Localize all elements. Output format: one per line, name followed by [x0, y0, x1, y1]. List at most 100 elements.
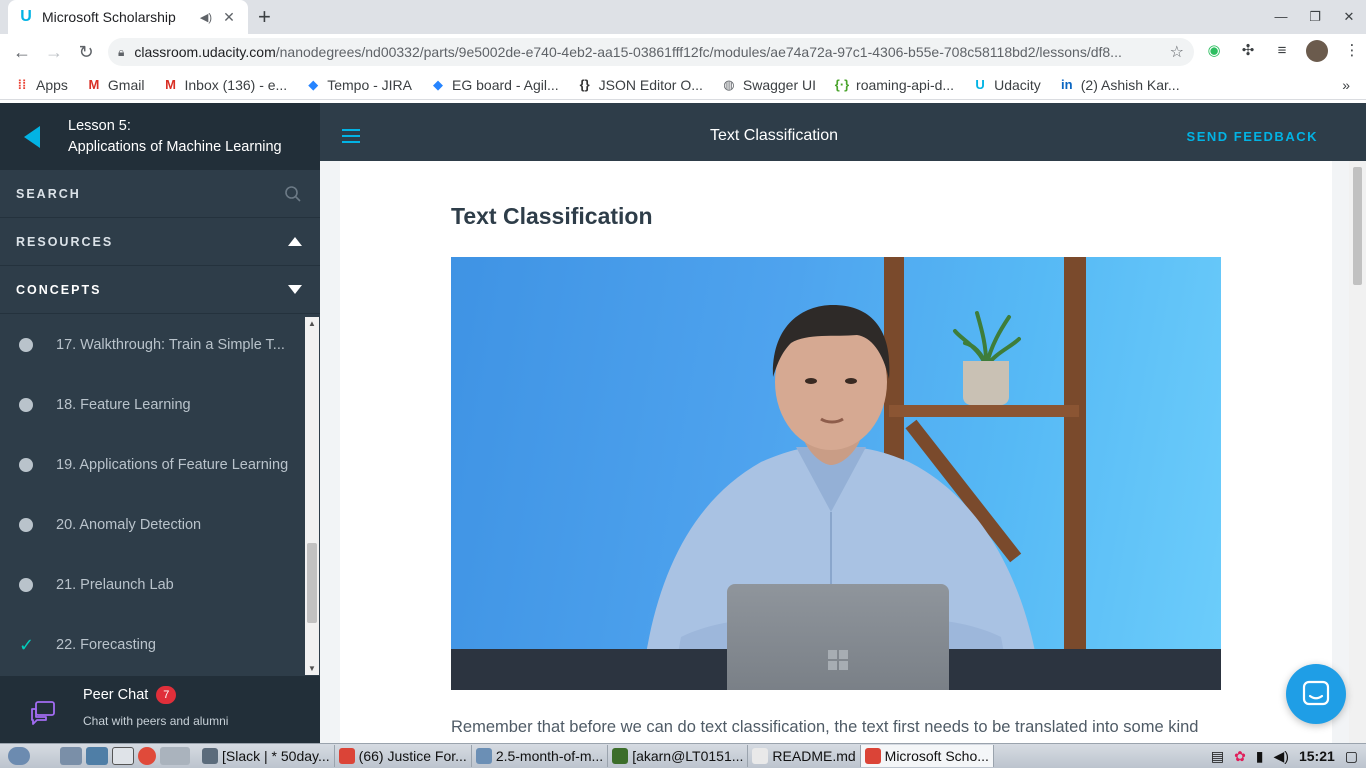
- taskbar-window[interactable]: [Slack | * 50day...: [198, 745, 335, 767]
- app-icon: [612, 748, 629, 764]
- back-arrow-icon[interactable]: [24, 125, 40, 148]
- laptop: [727, 584, 949, 690]
- reload-icon[interactable]: ↻: [70, 42, 102, 63]
- taskbar-window[interactable]: 2.5-month-of-m...: [472, 745, 609, 767]
- concepts-label: CONCEPTS: [16, 282, 102, 297]
- extensions-puzzle-icon[interactable]: ✣: [1238, 40, 1258, 62]
- forward-icon[interactable]: →: [38, 42, 70, 63]
- search-icon[interactable]: [284, 185, 302, 203]
- peer-chat[interactable]: Peer Chat 7 Chat with peers and alumni: [0, 676, 320, 743]
- speaker-icon[interactable]: ◀): [200, 11, 212, 24]
- profile-avatar[interactable]: [1306, 40, 1328, 62]
- taskbar-window-label: 2.5-month-of-m...: [495, 748, 604, 764]
- start-menu-icon[interactable]: [8, 747, 30, 765]
- bookmark-item[interactable]: U Udacity: [972, 77, 1040, 93]
- bookmark-item[interactable]: ⁞⁞ Apps: [14, 77, 68, 93]
- bookmark-item[interactable]: M Gmail: [86, 77, 145, 93]
- taskbar-window-label: (66) Justice For...: [358, 748, 467, 764]
- taskbar-windows: [Slack | * 50day... (66) Justice For... 2.…: [198, 745, 994, 767]
- bookmarks-overflow-icon[interactable]: »: [1342, 77, 1350, 93]
- page-scroll-thumb[interactable]: [1353, 167, 1362, 285]
- resources-label: RESOURCES: [16, 234, 114, 249]
- slack-tray-icon[interactable]: ✿: [1234, 748, 1246, 765]
- blank-window-icon[interactable]: [160, 747, 190, 765]
- sidebar-search[interactable]: SEARCH: [0, 170, 320, 218]
- reading-list-icon[interactable]: ≡: [1272, 40, 1292, 62]
- taskbar-window[interactable]: (66) Justice For...: [335, 745, 472, 767]
- concept-label: 18. Feature Learning: [56, 397, 191, 413]
- browser-tab[interactable]: U Microsoft Scholarship ◀) ✕: [8, 0, 248, 34]
- os-taskbar: [Slack | * 50day... (66) Justice For... 2.…: [0, 743, 1366, 768]
- chat-icon: [1302, 680, 1330, 706]
- concept-item[interactable]: 21. Prelaunch Lab: [0, 555, 320, 615]
- concept-label: 21. Prelaunch Lab: [56, 577, 174, 593]
- bookmark-label: Swagger UI: [742, 76, 817, 93]
- bookmark-label: EG board - Agil...: [452, 76, 559, 93]
- clipboard-icon[interactable]: ▤: [1211, 748, 1224, 765]
- app-icon: [202, 748, 218, 764]
- files-icon[interactable]: [86, 747, 108, 765]
- restore-icon[interactable]: ❐: [1298, 0, 1332, 34]
- sidebar-concepts[interactable]: CONCEPTS: [0, 266, 320, 314]
- video-player[interactable]: [451, 257, 1221, 690]
- evernote-extension-icon[interactable]: ◉: [1204, 40, 1224, 62]
- bookmark-label: Inbox (136) - e...: [184, 76, 288, 93]
- lock-icon[interactable]: 🔒︎: [118, 45, 124, 60]
- lesson-header[interactable]: Lesson 5: Applications of Machine Learni…: [0, 103, 320, 170]
- close-tab-icon[interactable]: ✕: [220, 9, 238, 26]
- globe-icon: ◍: [723, 76, 735, 92]
- send-feedback-button[interactable]: SEND FEEDBACK: [1187, 129, 1318, 144]
- bookmark-star-icon[interactable]: ☆: [1170, 42, 1184, 62]
- bookmark-item[interactable]: M Inbox (136) - e...: [162, 77, 287, 93]
- header-title: Text Classification: [709, 127, 839, 144]
- sidebar-scroll-thumb[interactable]: [307, 543, 317, 623]
- taskbar-window[interactable]: README.md: [748, 745, 861, 767]
- address-bar[interactable]: 🔒︎ classroom.udacity.com/nanodegrees/nd0…: [108, 38, 1194, 66]
- incomplete-dot-icon: [19, 458, 33, 472]
- concept-item[interactable]: ✓ 22. Forecasting: [0, 615, 320, 675]
- sidebar-scrollbar[interactable]: ▲ ▼: [305, 317, 319, 675]
- incomplete-dot-icon: [19, 338, 33, 352]
- minimize-icon[interactable]: —: [1264, 0, 1298, 34]
- network-icon[interactable]: ▮: [1256, 748, 1264, 765]
- show-desktop-icon[interactable]: ▢: [1345, 748, 1358, 765]
- chrome-icon[interactable]: [138, 747, 156, 765]
- concept-item[interactable]: 18. Feature Learning: [0, 375, 320, 435]
- menu-kebab-icon[interactable]: ⋮: [1342, 40, 1362, 62]
- udacity-icon: U: [20, 8, 32, 25]
- concept-item[interactable]: 19. Applications of Feature Learning: [0, 435, 320, 495]
- bookmark-item[interactable]: ◆ Tempo - JIRA: [305, 77, 412, 93]
- help-chat-button[interactable]: [1286, 664, 1346, 724]
- scroll-down-icon[interactable]: ▼: [308, 664, 316, 673]
- bookmark-item[interactable]: ◆ EG board - Agil...: [430, 77, 559, 93]
- page-scrollbar[interactable]: [1349, 161, 1366, 743]
- bookmark-item[interactable]: {·} roaming-api-d...: [834, 77, 954, 93]
- bookmark-item[interactable]: ◍ Swagger UI: [721, 77, 816, 93]
- volume-icon[interactable]: ◀): [1274, 748, 1289, 765]
- desktop-icon[interactable]: [60, 747, 82, 765]
- bookmarks-bar: ⁞⁞ Apps M Gmail M Inbox (136) - e... ◆ Tempo - …: [0, 70, 1366, 100]
- extensions-area: ◉ ✣ ≡ ⋮: [1204, 40, 1362, 62]
- collapse-up-icon: [288, 237, 302, 246]
- taskbar-window[interactable]: [akarn@LT0151...: [608, 745, 749, 767]
- lesson-sidebar: Lesson 5: Applications of Machine Learni…: [0, 103, 320, 743]
- concept-item[interactable]: 17. Walkthrough: Train a Simple T...: [0, 315, 320, 375]
- back-icon[interactable]: ←: [6, 42, 38, 63]
- app-icon: [864, 748, 881, 764]
- lesson-number: Lesson 5:: [68, 117, 131, 134]
- bookmark-item[interactable]: in (2) Ashish Kar...: [1059, 77, 1180, 93]
- close-window-icon[interactable]: ✕: [1332, 0, 1366, 34]
- lesson-title: Applications of Machine Learning: [68, 138, 282, 155]
- concept-item[interactable]: 20. Anomaly Detection: [0, 495, 320, 555]
- clock: 15:21: [1298, 748, 1335, 764]
- bookmark-item[interactable]: {} JSON Editor O...: [577, 77, 703, 93]
- taskbar-window[interactable]: Microsoft Scho...: [860, 745, 994, 767]
- browser-toolbar: ← → ↻ 🔒︎ classroom.udacity.com/nanodegre…: [0, 34, 1366, 70]
- windows-logo-icon: [828, 650, 848, 670]
- incomplete-dot-icon: [19, 518, 33, 532]
- new-tab-button[interactable]: +: [258, 6, 271, 28]
- sidebar-resources[interactable]: RESOURCES: [0, 218, 320, 266]
- search-label: SEARCH: [16, 186, 81, 201]
- scroll-up-icon[interactable]: ▲: [308, 319, 316, 328]
- terminal-icon[interactable]: [112, 747, 134, 765]
